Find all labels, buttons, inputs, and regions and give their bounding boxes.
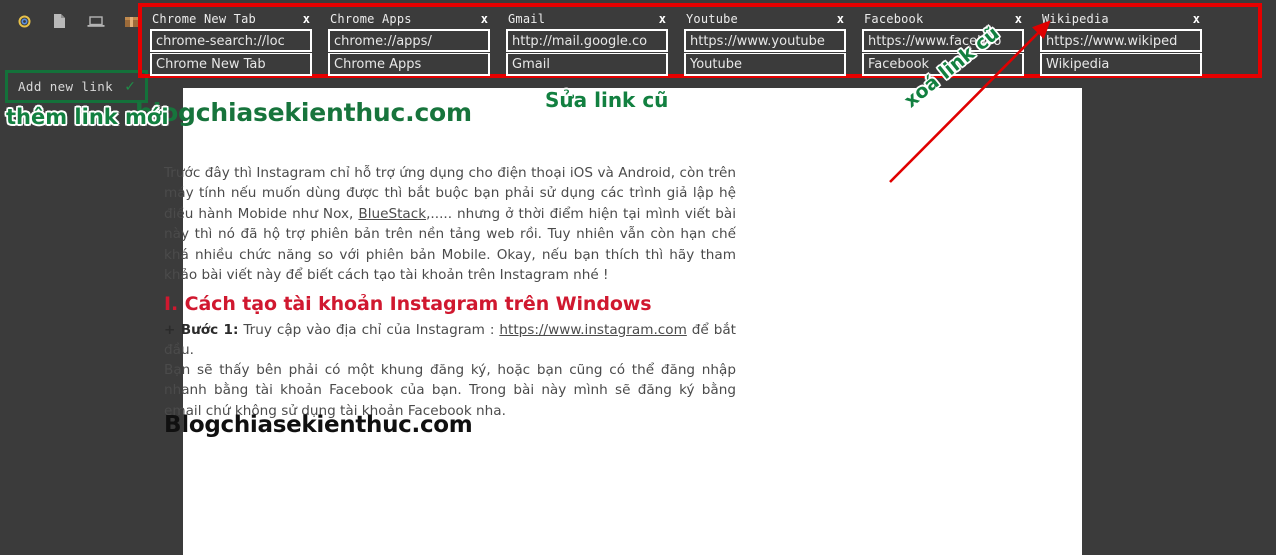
link-url-input[interactable]: chrome://apps/ bbox=[328, 29, 490, 52]
check-icon[interactable]: ✓ bbox=[124, 79, 136, 95]
link-url-input[interactable]: https://www.youtube bbox=[684, 29, 846, 52]
link-card: Youtube x https://www.youtube Youtube bbox=[676, 9, 854, 76]
link-name-input[interactable]: Wikipedia bbox=[1040, 53, 1202, 76]
link-card-header: Chrome New Tab x bbox=[150, 9, 312, 28]
page-document-icon[interactable] bbox=[51, 11, 68, 31]
blog-site-title: blogchiasekienthuc.com bbox=[135, 98, 472, 127]
link-card-title: Wikipedia bbox=[1042, 11, 1109, 26]
step-paragraph: + Bước 1: Truy cập vào địa chỉ của Insta… bbox=[164, 320, 736, 361]
laptop-icon[interactable] bbox=[87, 11, 105, 31]
extension-icon-strip bbox=[0, 0, 140, 42]
link-card: Gmail x http://mail.google.co Gmail bbox=[498, 9, 676, 76]
instagram-link[interactable]: https://www.instagram.com bbox=[499, 322, 686, 338]
link-card-title: Chrome Apps bbox=[330, 11, 412, 26]
link-url-input[interactable]: https://www.wikiped bbox=[1040, 29, 1202, 52]
link-url-input[interactable]: http://mail.google.co bbox=[506, 29, 668, 52]
link-card: Facebook x https://www.faceboo Facebook bbox=[854, 9, 1032, 76]
close-icon[interactable]: x bbox=[1009, 12, 1022, 26]
section-heading: I. Cách tạo tài khoản Instagram trên Win… bbox=[164, 293, 652, 315]
add-new-link-label: Add new link bbox=[18, 79, 114, 94]
close-icon[interactable]: x bbox=[653, 12, 666, 26]
link-card-title: Chrome New Tab bbox=[152, 11, 256, 26]
close-icon[interactable]: x bbox=[475, 12, 488, 26]
link-card-header: Youtube x bbox=[684, 9, 846, 28]
link-url-input[interactable]: chrome-search://loc bbox=[150, 29, 312, 52]
close-icon[interactable]: x bbox=[1187, 12, 1200, 26]
link-card: Chrome New Tab x chrome-search://loc Chr… bbox=[142, 9, 320, 76]
step-label: + Bước 1: bbox=[164, 322, 239, 338]
link-name-input[interactable]: Youtube bbox=[684, 53, 846, 76]
close-icon[interactable]: x bbox=[297, 12, 310, 26]
link-card-title: Facebook bbox=[864, 11, 924, 26]
link-name-input[interactable]: Chrome Apps bbox=[328, 53, 490, 76]
link-card-header: Wikipedia x bbox=[1040, 9, 1202, 28]
links-editor-region: Chrome New Tab x chrome-search://loc Chr… bbox=[138, 3, 1262, 78]
link-card-title: Youtube bbox=[686, 11, 738, 26]
link-name-input[interactable]: Facebook bbox=[862, 53, 1024, 76]
link-card-header: Facebook x bbox=[862, 9, 1024, 28]
intro-paragraph: Trước đây thì Instagram chỉ hỗ trợ ứng d… bbox=[164, 163, 736, 285]
link-card: Chrome Apps x chrome://apps/ Chrome Apps bbox=[320, 9, 498, 76]
browser-extension-screen: Add new link ✓ Chrome New Tab x chrome-s… bbox=[0, 0, 1276, 555]
link-card-header: Chrome Apps x bbox=[328, 9, 490, 28]
chrome-ring-icon[interactable] bbox=[16, 11, 33, 31]
links-list: Chrome New Tab x chrome-search://loc Chr… bbox=[142, 7, 1258, 76]
link-card-title: Gmail bbox=[508, 11, 546, 26]
step-text-a: Truy cập vào địa chỉ của Instagram : bbox=[238, 322, 500, 338]
link-card: Wikipedia x https://www.wikiped Wikipedi… bbox=[1032, 9, 1210, 76]
link-name-input[interactable]: Gmail bbox=[506, 53, 668, 76]
bluestack-link[interactable]: BlueStack bbox=[358, 206, 426, 222]
link-name-input[interactable]: Chrome New Tab bbox=[150, 53, 312, 76]
close-icon[interactable]: x bbox=[831, 12, 844, 26]
watermark-title: Blogchiasekienthuc.com bbox=[164, 412, 473, 438]
link-card-header: Gmail x bbox=[506, 9, 668, 28]
link-url-input[interactable]: https://www.faceboo bbox=[862, 29, 1024, 52]
add-new-link-row[interactable]: Add new link ✓ bbox=[5, 70, 148, 103]
